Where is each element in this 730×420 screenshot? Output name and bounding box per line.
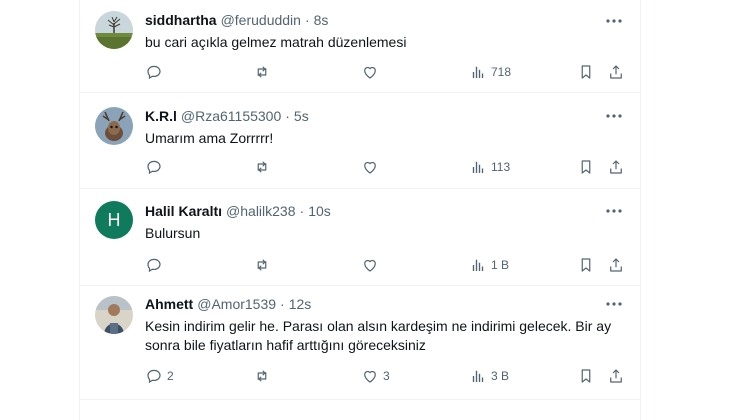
tweet[interactable]: H Halil Karaltı @halilk238 · 10s Bulursu… — [80, 189, 640, 286]
reply-icon — [147, 65, 161, 80]
share-icon — [610, 65, 622, 79]
views-icon — [472, 161, 484, 173]
user-handle[interactable]: @Amor1539 — [197, 296, 276, 312]
heart-icon — [364, 259, 376, 272]
retweet-button[interactable] — [253, 62, 275, 82]
separator: · — [304, 12, 310, 28]
separator: · — [280, 296, 285, 312]
views-button[interactable]: 3 B — [469, 366, 509, 386]
timestamp[interactable]: 5s — [294, 108, 309, 124]
timestamp[interactable]: 10s — [308, 203, 331, 219]
user-handle[interactable]: @halilk238 — [226, 203, 295, 219]
view-count: 3 B — [491, 369, 510, 383]
avatar[interactable]: H — [95, 201, 133, 239]
more-options-icon[interactable] — [606, 13, 622, 29]
reply-button[interactable]: 2 — [145, 366, 174, 386]
retweet-button[interactable] — [253, 366, 275, 386]
separator: · — [299, 203, 305, 219]
bookmark-icon — [581, 65, 591, 79]
display-name[interactable]: K.R.l — [145, 108, 177, 124]
views-button[interactable]: 1 B — [469, 255, 509, 275]
heart-icon — [364, 66, 376, 79]
views-button[interactable]: 113 — [469, 157, 510, 177]
bookmark-icon — [581, 160, 591, 174]
bookmark-button[interactable] — [577, 366, 595, 386]
tweet-text: Kesin indirim gelir he. Parası olan alsı… — [145, 318, 612, 353]
retweet-button[interactable] — [253, 157, 275, 177]
avatar-letter: H — [107, 209, 121, 230]
like-button[interactable]: 3 — [361, 366, 390, 386]
timestamp[interactable]: 12s — [289, 296, 312, 312]
share-icon — [610, 160, 622, 174]
heart-icon — [364, 161, 376, 174]
tweet-header: Ahmett @Amor1539 · 12s — [145, 296, 311, 312]
display-name[interactable]: siddhartha — [145, 12, 217, 28]
bookmark-icon — [581, 369, 591, 383]
views-icon — [472, 259, 484, 271]
tweet-text: Bulursun — [145, 225, 201, 241]
retweet-button[interactable] — [253, 255, 275, 275]
reply-button[interactable] — [145, 255, 167, 275]
more-options-icon[interactable] — [606, 108, 622, 124]
share-button[interactable] — [607, 157, 625, 177]
views-button[interactable]: 718 — [469, 62, 511, 82]
timeline: siddhartha @ferududdin · 8s bu cari açık… — [79, 0, 641, 420]
bookmark-button[interactable] — [577, 62, 595, 82]
retweet-icon — [257, 259, 267, 271]
avatar[interactable] — [95, 11, 133, 49]
share-button[interactable] — [607, 366, 625, 386]
display-name[interactable]: Halil Karaltı — [145, 203, 222, 219]
view-count: 718 — [491, 65, 512, 79]
tweet[interactable]: Ahmett @Amor1539 · 12s Kesin indirim gel… — [80, 286, 640, 400]
view-count: 113 — [491, 160, 511, 174]
tweet-text: bu cari açıkla gelmez matrah düzenlemesi — [145, 34, 407, 50]
user-handle[interactable]: @ferududdin — [221, 12, 301, 28]
display-name[interactable]: Ahmett — [145, 296, 193, 312]
action-bar: 1 B — [145, 255, 625, 275]
more-options-icon[interactable] — [606, 296, 622, 312]
tweet-text: Umarım ama Zorrrrr! — [145, 130, 274, 146]
retweet-icon — [257, 66, 267, 78]
bookmark-button[interactable] — [577, 255, 595, 275]
reply-count: 2 — [167, 369, 174, 383]
tweet-header: K.R.l @Rza61155300 · 5s — [145, 108, 309, 124]
reply-icon — [147, 369, 161, 384]
action-bar: 2 3 3 B — [145, 366, 625, 386]
more-options-icon[interactable] — [606, 203, 622, 219]
view-count: 1 B — [491, 258, 510, 272]
bookmark-icon — [581, 258, 591, 272]
views-icon — [472, 66, 484, 78]
reply-icon — [147, 258, 161, 273]
tweet-header: Halil Karaltı @halilk238 · 10s — [145, 203, 331, 219]
share-icon — [610, 258, 622, 272]
like-count: 3 — [383, 369, 390, 383]
like-button[interactable] — [361, 255, 383, 275]
reply-icon — [147, 160, 161, 175]
action-bar: 113 — [145, 157, 625, 177]
share-button[interactable] — [607, 255, 625, 275]
bookmark-button[interactable] — [577, 157, 595, 177]
retweet-icon — [257, 370, 267, 382]
heart-icon — [364, 370, 376, 383]
share-icon — [610, 369, 622, 383]
user-handle[interactable]: @Rza61155300 — [181, 108, 281, 124]
share-button[interactable] — [607, 62, 625, 82]
avatar[interactable] — [95, 296, 133, 334]
like-button[interactable] — [361, 62, 383, 82]
tweet[interactable]: K.R.l @Rza61155300 · 5s Umarım ama Zorrr… — [80, 93, 640, 189]
reply-button[interactable] — [145, 157, 167, 177]
tweet[interactable]: siddhartha @ferududdin · 8s bu cari açık… — [80, 0, 640, 93]
tweet-header: siddhartha @ferududdin · 8s — [145, 12, 328, 28]
avatar[interactable] — [95, 107, 133, 145]
timestamp[interactable]: 8s — [314, 12, 329, 28]
views-icon — [472, 370, 484, 382]
reply-button[interactable] — [145, 62, 167, 82]
action-bar: 718 — [145, 62, 625, 82]
like-button[interactable] — [361, 157, 383, 177]
retweet-icon — [257, 161, 267, 173]
separator: · — [285, 108, 290, 124]
